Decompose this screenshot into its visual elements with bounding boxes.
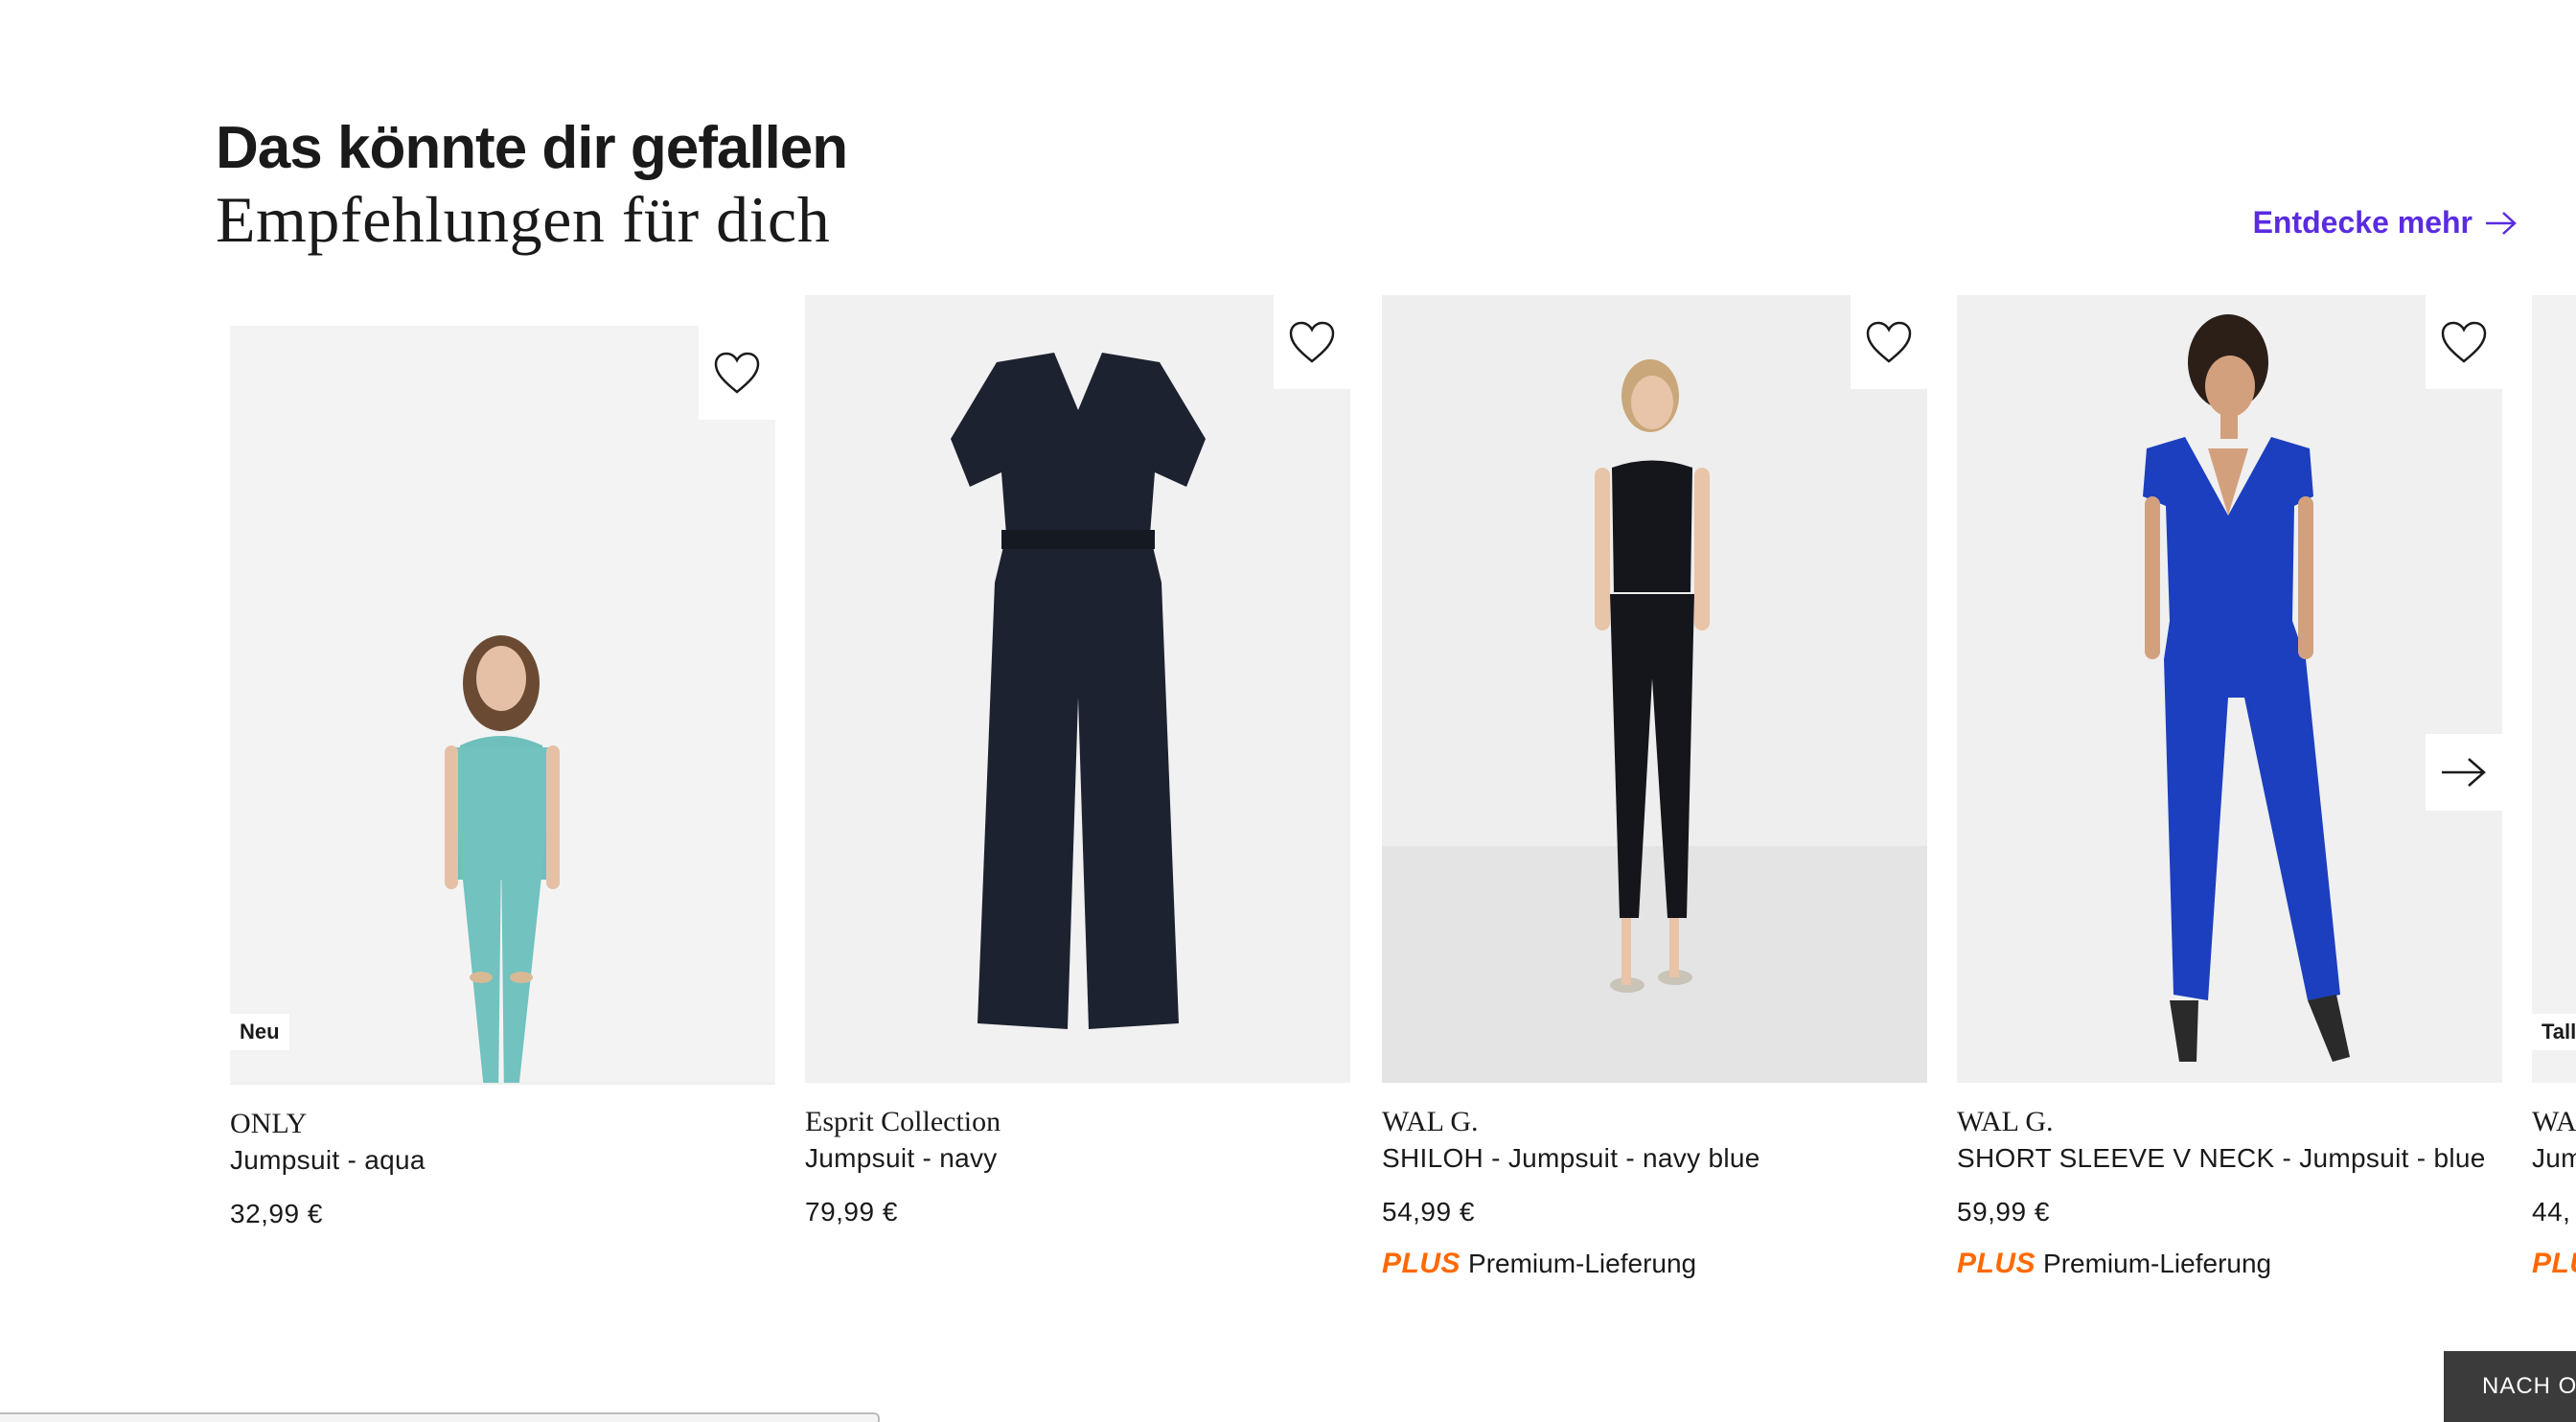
product-brand[interactable]: WAL G. bbox=[1382, 1104, 1927, 1140]
heart-icon bbox=[1866, 321, 1912, 363]
product-name[interactable]: Jumpsuit - navy bbox=[805, 1140, 1350, 1177]
premium-delivery: PLUS Premium-Lieferung bbox=[1382, 1246, 1927, 1282]
arrow-right-icon bbox=[2442, 758, 2486, 787]
product-card[interactable]: Neu ONLY Jumpsuit - aqua 32,99 € bbox=[230, 295, 775, 1232]
product-brand[interactable]: WAL G. bbox=[1957, 1104, 2502, 1140]
product-name[interactable]: Jumpsuit - aqua bbox=[230, 1142, 775, 1179]
product-card[interactable]: WAL G. SHORT SLEEVE V NECK - Jumpsuit - … bbox=[1957, 295, 2502, 1282]
recommendations-heading: Das könnte dir gefallen Empfehlungen für… bbox=[216, 113, 848, 256]
product-price: 79,99 € bbox=[805, 1197, 898, 1227]
product-brand[interactable]: Esprit Collection bbox=[805, 1104, 1350, 1140]
wishlist-button[interactable] bbox=[2426, 295, 2502, 389]
product-image[interactable] bbox=[805, 295, 1350, 1083]
product-price: 44, bbox=[2532, 1197, 2571, 1227]
plus-logo: PLUS bbox=[1382, 1248, 1461, 1279]
product-image[interactable] bbox=[1957, 295, 2502, 1083]
product-card[interactable]: WAL G. SHILOH - Jumpsuit - navy blue 54,… bbox=[1382, 295, 1927, 1282]
plus-logo: PLUS bbox=[1957, 1248, 2036, 1279]
premium-delivery: PLUS Premium-Lieferung bbox=[1957, 1246, 2502, 1282]
section-subtitle: Empfehlungen für dich bbox=[216, 183, 831, 256]
heart-icon bbox=[2441, 321, 2487, 363]
discover-more-label: Entdecke mehr bbox=[2252, 205, 2472, 240]
product-image[interactable]: Neu bbox=[230, 295, 775, 1083]
plus-logo: PLU bbox=[2532, 1248, 2576, 1279]
product-image[interactable]: Tall bbox=[2532, 295, 2576, 1083]
product-brand[interactable]: ONLY bbox=[230, 1106, 775, 1142]
product-photo bbox=[1957, 295, 2502, 1083]
heart-icon bbox=[1289, 321, 1335, 363]
product-card[interactable]: Esprit Collection Jumpsuit - navy 79,99 … bbox=[805, 295, 1350, 1230]
product-badge: Tall bbox=[2532, 1014, 2576, 1050]
product-name[interactable]: SHORT SLEEVE V NECK - Jumpsuit - blue bbox=[1957, 1140, 2502, 1177]
premium-delivery-label: Premium-Lieferung bbox=[2043, 1249, 2272, 1278]
back-to-top-button[interactable]: NACH O bbox=[2444, 1351, 2576, 1422]
wishlist-button[interactable] bbox=[699, 326, 775, 420]
product-card[interactable]: Tall WA Jum 44, PLU bbox=[2532, 295, 2576, 1282]
section-title: Das könnte dir gefallen bbox=[216, 115, 848, 181]
product-photo bbox=[1382, 295, 1927, 1083]
divider bbox=[230, 1083, 775, 1085]
product-photo bbox=[230, 326, 775, 1083]
product-image[interactable] bbox=[1382, 295, 1927, 1083]
product-photo bbox=[805, 295, 1350, 1083]
wishlist-button[interactable] bbox=[1274, 295, 1350, 389]
product-badge: Neu bbox=[230, 1014, 289, 1050]
bottom-panel-edge bbox=[0, 1412, 880, 1422]
heart-icon bbox=[714, 352, 760, 394]
discover-more-link[interactable]: Entdecke mehr bbox=[2253, 205, 2518, 241]
product-name[interactable]: Jum bbox=[2532, 1140, 2576, 1177]
arrow-right-icon bbox=[2486, 211, 2517, 235]
product-price: 59,99 € bbox=[1957, 1197, 2050, 1227]
carousel-next-button[interactable] bbox=[2426, 734, 2502, 811]
product-brand[interactable]: WA bbox=[2532, 1104, 2576, 1140]
premium-delivery-label: Premium-Lieferung bbox=[1468, 1249, 1697, 1278]
product-price: 54,99 € bbox=[1382, 1197, 1475, 1227]
product-price: 32,99 € bbox=[230, 1199, 323, 1228]
wishlist-button[interactable] bbox=[1851, 295, 1927, 389]
product-carousel[interactable]: Neu ONLY Jumpsuit - aqua 32,99 € Esprit … bbox=[0, 295, 2576, 1311]
product-name[interactable]: SHILOH - Jumpsuit - navy blue bbox=[1382, 1140, 1927, 1177]
premium-delivery: PLU bbox=[2532, 1246, 2576, 1282]
